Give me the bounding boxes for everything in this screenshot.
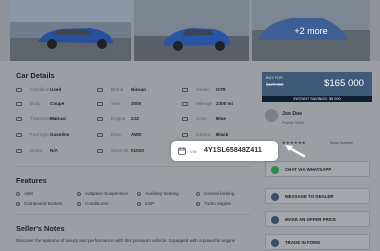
gallery-photo-2[interactable] — [134, 0, 249, 61]
whatsapp-icon — [271, 166, 279, 174]
feature-item: ABS — [16, 191, 33, 196]
spec-interior: Interior Black — [182, 132, 228, 137]
avatar — [265, 109, 278, 122]
body-icon — [16, 101, 22, 106]
spec-year: Year 2000 — [97, 101, 141, 106]
engine-icon — [97, 116, 103, 121]
interior-icon — [182, 132, 188, 137]
check-icon — [16, 191, 20, 196]
price-label: BUY FOR — [266, 76, 283, 80]
check-icon — [196, 191, 200, 196]
car-details-title: Car Details — [16, 71, 55, 80]
swap-icon — [271, 239, 279, 247]
sellers-notes-title: Seller's Notes — [16, 224, 65, 233]
calendar-icon — [178, 147, 186, 155]
instant-savings: INSTANT SAVINGS: $5 000 — [262, 96, 372, 102]
feature-item: ESP — [137, 201, 154, 206]
tag-icon — [271, 216, 279, 224]
vin-value: 4Y1SL65848Z411 — [204, 147, 262, 154]
spec-doors: Doors N/A — [16, 148, 58, 153]
spec-color: Color Blue — [182, 116, 226, 121]
spec-transmission: TransmissionManual — [16, 116, 66, 121]
model-icon — [182, 87, 188, 92]
condition-icon — [16, 87, 22, 92]
spec-mileage: Mileage 2300 mi — [182, 101, 233, 106]
spec-model: Model GTR — [182, 87, 226, 92]
feature-item: Auxiliary heating — [137, 191, 179, 196]
dealer-name: Joe Doe — [282, 111, 303, 117]
fuel-icon — [16, 132, 22, 137]
spec-engine: Engine 2JZ — [97, 116, 139, 121]
check-icon — [77, 201, 81, 206]
year-icon — [97, 101, 103, 106]
old-price: $170 000 — [266, 82, 284, 87]
listing-page: +2 more Car Details ConditionUsed Brand N… — [0, 0, 380, 251]
doors-icon — [16, 148, 22, 153]
spec-condition: ConditionUsed — [16, 87, 61, 92]
brand-icon — [97, 87, 103, 92]
message-dealer-button[interactable]: MESSAGE TO DEALER — [265, 188, 370, 204]
feature-item: Adaptive Suspension — [77, 191, 128, 196]
current-price: $165 000 — [324, 78, 365, 89]
spec-body: Body Coupe — [16, 101, 64, 106]
price-box: BUY FOR $170 000 $165 000 INSTANT SAVING… — [262, 72, 372, 102]
trade-in-button[interactable]: TRADE IN FORM — [265, 234, 370, 250]
check-icon — [137, 191, 141, 196]
check-icon — [77, 191, 81, 196]
show-number-link[interactable]: Show Number — [330, 141, 353, 145]
pointer-arrow-icon — [285, 145, 306, 158]
mileage-icon — [182, 101, 188, 106]
transmission-icon — [16, 116, 22, 121]
color-icon — [182, 116, 188, 121]
drive-icon — [97, 132, 103, 137]
feature-item: Turbo engine — [196, 201, 231, 206]
vin-label: VIN — [190, 149, 197, 154]
feature-item: Conditioner — [77, 201, 109, 206]
section-divider — [16, 214, 250, 215]
stock-id-icon — [97, 148, 103, 153]
gallery-photo-1[interactable] — [10, 0, 131, 61]
spec-brand: Brand Nissan — [97, 87, 146, 92]
spec-fuel-type: Fuel typeGasoline — [16, 132, 69, 137]
check-icon — [196, 201, 200, 206]
check-icon — [137, 201, 141, 206]
mail-icon — [271, 193, 279, 201]
features-title: Features — [16, 176, 47, 185]
gallery-more-label[interactable]: +2 more — [252, 26, 370, 36]
check-icon — [16, 201, 20, 206]
gallery-photo-3[interactable]: +2 more — [252, 0, 370, 61]
spec-stock-id: Stock ID 01010 — [97, 148, 144, 153]
make-offer-button[interactable]: MAKE AN OFFER PRICE — [265, 211, 370, 227]
sellers-notes-text: Discover the epitome of luxury and perfo… — [16, 238, 236, 243]
feature-item: Central locking — [196, 191, 234, 196]
vin-highlight[interactable]: VIN 4Y1SL65848Z411 — [171, 141, 278, 161]
section-divider — [16, 166, 250, 167]
dealer-role: Private Seller — [282, 121, 305, 125]
feature-item: Compound Brakes — [16, 201, 62, 206]
spec-drive: Drive AWD — [97, 132, 142, 137]
whatsapp-button[interactable]: CHAT VIA WHATSAPP — [265, 161, 370, 177]
